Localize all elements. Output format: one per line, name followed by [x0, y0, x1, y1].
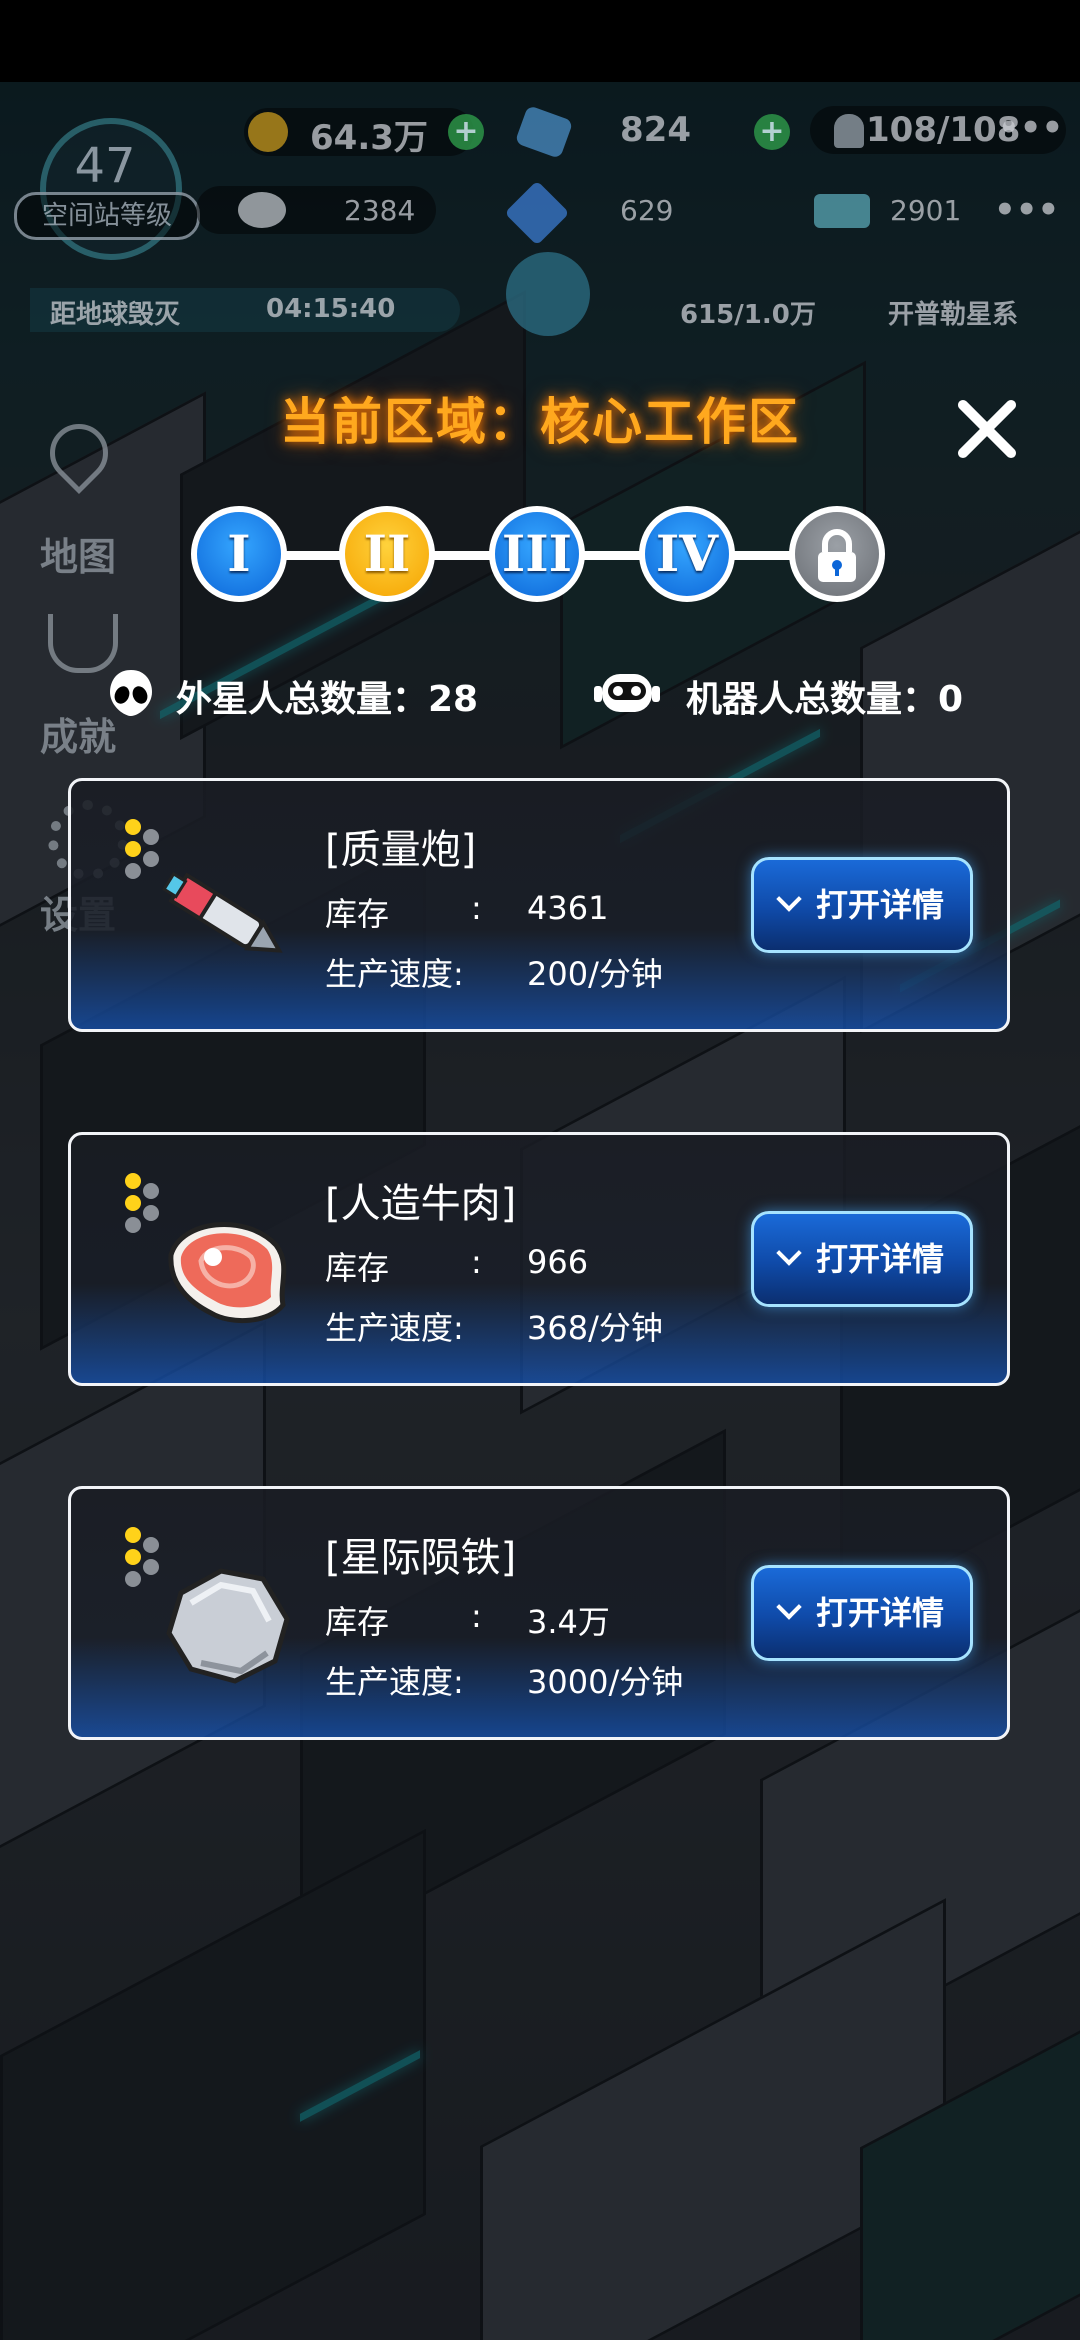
- open-details-label: 打开详情: [815, 1240, 944, 1278]
- resource2-amount: 629: [620, 194, 674, 227]
- missile-icon: [162, 871, 283, 953]
- countdown-label: 距地球毁灭: [50, 300, 181, 330]
- stock-label: 库存: [325, 1249, 390, 1287]
- achievement-label[interactable]: 成就: [40, 706, 116, 761]
- stock-value: 966: [527, 1243, 589, 1281]
- item-name: [质量炮]: [325, 827, 477, 873]
- stock-label: 库存: [325, 895, 390, 933]
- resource1-amount: 2384: [344, 194, 416, 227]
- stock-colon: :: [471, 1597, 482, 1635]
- stock-value: 4361: [527, 889, 609, 927]
- stage-4-button[interactable]: IV: [639, 506, 735, 602]
- steak-icon: [168, 1222, 287, 1324]
- region-title: 当前区域：核心工作区: [280, 393, 800, 451]
- resource3-amount: 2901: [890, 194, 962, 227]
- stock-colon: :: [471, 1243, 482, 1281]
- open-details-label: 打开详情: [815, 1594, 944, 1632]
- earth-globe-icon: [506, 252, 590, 336]
- stock-label: 库存: [325, 1603, 390, 1641]
- open-details-button[interactable]: 打开详情: [751, 1211, 973, 1307]
- lock-icon: [818, 529, 856, 582]
- population-icon: [834, 114, 864, 148]
- stage-1-button[interactable]: I: [191, 506, 287, 602]
- add-gold-button[interactable]: +: [448, 114, 484, 150]
- open-details-button[interactable]: 打开详情: [751, 857, 973, 953]
- countdown-timer: 04:15:40: [266, 294, 396, 324]
- gold-coin-icon: [248, 112, 288, 152]
- gem-amount: 824: [620, 110, 691, 150]
- destination-label: 开普勒星系: [888, 300, 1019, 330]
- gold-amount: 64.3万: [310, 118, 428, 158]
- item-card-interstellar-meteorite: [星际陨铁] 库存 : 3.4万 生产速度: 3000/分钟 打开详情: [68, 1486, 1010, 1740]
- item-card-mass-cannon: [质量炮] 库存 : 4361 生产速度: 200/分钟 打开详情: [68, 778, 1010, 1032]
- chevron-down-icon: [776, 886, 802, 912]
- speed-label: 生产速度:: [325, 955, 464, 993]
- station-level-number: 47: [74, 138, 136, 194]
- item-name: [星际陨铁]: [325, 1535, 517, 1581]
- trophy-icon[interactable]: [48, 614, 118, 673]
- status-bar: [0, 0, 1080, 82]
- stage-3-button[interactable]: III: [489, 506, 585, 602]
- map-label[interactable]: 地图: [40, 526, 116, 581]
- more-menu-2[interactable]: •••: [994, 190, 1059, 230]
- alien-total-count: 外星人总数量：28: [176, 679, 479, 720]
- alien-icon: [110, 670, 152, 716]
- open-details-label: 打开详情: [815, 886, 944, 924]
- stage-locked[interactable]: [789, 506, 885, 602]
- station-level-label[interactable]: 空间站等级: [14, 192, 200, 240]
- open-details-button[interactable]: 打开详情: [751, 1565, 973, 1661]
- item-card-artificial-beef: [人造牛肉] 库存 : 966 生产速度: 368/分钟 打开详情: [68, 1132, 1010, 1386]
- add-gem-button[interactable]: +: [754, 114, 790, 150]
- speed-label: 生产速度:: [325, 1309, 464, 1347]
- energy-progress: 615/1.0万: [680, 300, 816, 330]
- speed-value: 3000/分钟: [527, 1663, 684, 1701]
- robot-icon: [594, 674, 660, 712]
- item-name: [人造牛肉]: [325, 1181, 517, 1227]
- meteorite-icon: [166, 1568, 290, 1684]
- resource1-icon: [238, 192, 286, 228]
- more-menu-1[interactable]: •••: [998, 108, 1063, 148]
- robot-total-count: 机器人总数量：0: [686, 679, 964, 720]
- speed-value: 200/分钟: [527, 955, 663, 993]
- stage-2-button-selected[interactable]: II: [339, 506, 435, 602]
- stock-colon: :: [471, 889, 482, 927]
- speed-value: 368/分钟: [527, 1309, 663, 1347]
- chevron-down-icon: [776, 1240, 802, 1266]
- chevron-down-icon: [776, 1594, 802, 1620]
- close-icon[interactable]: [952, 394, 1022, 464]
- resource3-icon: [814, 194, 870, 228]
- stock-value: 3.4万: [527, 1603, 610, 1641]
- speed-label: 生产速度:: [325, 1663, 464, 1701]
